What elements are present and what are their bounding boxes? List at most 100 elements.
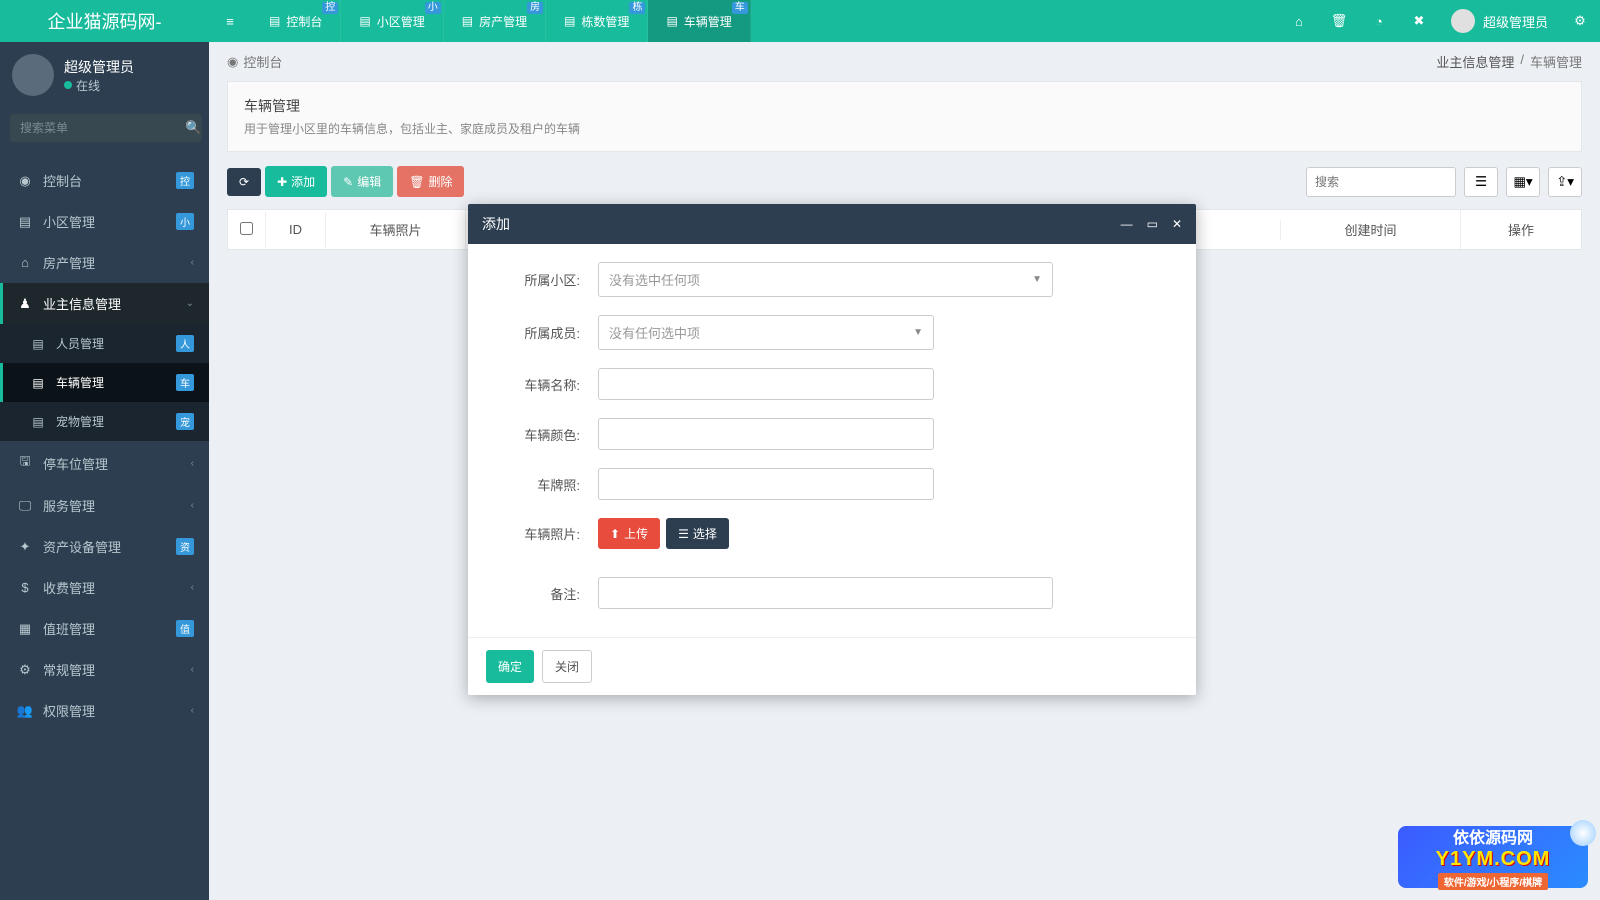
sidebar-item-宠物管理[interactable]: ▤宠物管理宠 [0,402,209,441]
tab-bar: ▤控制台控▤小区管理小▤房产管理房▤栋数管理栋▤车辆管理车 [251,0,751,42]
breadcrumb-home[interactable]: 控制台 [243,52,282,71]
sidebar-user-name: 超级管理员 [64,57,134,77]
chevron-down-icon: ⌄ [186,298,194,309]
panel-title: 车辆管理 [244,96,1565,116]
chevron-down-icon: ▼ [913,327,923,338]
delete-button[interactable]: 🗑 删除 [397,166,464,197]
menu-icon: ▤ [28,337,48,351]
watermark: 依依源码网 Y1YM.COM 软件/游戏/小程序/棋牌 [1398,826,1588,888]
sidebar-item-控制台[interactable]: ◉控制台控 [0,160,209,201]
sidebar-item-人员管理[interactable]: ▤人员管理人 [0,324,209,363]
sidebar-item-资产设备管理[interactable]: ✦资产设备管理资 [0,526,209,567]
th-operate: 操作 [1461,210,1581,249]
edit-button[interactable]: ✎ 编辑 [331,166,393,197]
add-button[interactable]: ✚ 添加 [265,166,327,197]
sidebar-item-业主信息管理[interactable]: ♟业主信息管理⌄ [0,283,209,324]
maximize-icon[interactable]: ▭ [1147,217,1158,231]
panel-desc: 用于管理小区里的车辆信息，包括业主、家庭成员及租户的车辆 [244,120,1565,137]
sidebar: 超级管理员 在线 🔍 ◉控制台控▤小区管理小⌂房产管理‹♟业主信息管理⌄▤人员管… [0,42,209,900]
input-vehicle-name[interactable] [598,368,934,400]
choose-button[interactable]: ☰ 选择 [666,518,729,549]
tab-房产管理[interactable]: ▤房产管理房 [444,0,546,42]
tab-车辆管理[interactable]: ▤车辆管理车 [648,0,750,42]
modal-title: 添加 [482,214,510,234]
sidebar-item-权限管理[interactable]: 👥权限管理‹ [0,690,209,731]
th-created[interactable]: 创建时间 [1281,210,1461,249]
tab-icon: ▤ [359,14,370,28]
close-icon[interactable]: ✕ [1172,217,1182,231]
sidebar-search-button[interactable]: 🔍 [185,114,202,142]
hamburger-icon[interactable]: ≡ [209,14,251,29]
modal-footer: 确定 关闭 [468,637,1196,695]
confirm-button[interactable]: 确定 [486,650,534,683]
menu-icon: ▤ [28,415,48,429]
clock-icon[interactable]: ◔ [1359,0,1399,42]
sidebar-item-小区管理[interactable]: ▤小区管理小 [0,201,209,242]
trash-icon[interactable]: 🗑 [1319,0,1359,42]
input-remark[interactable] [598,577,1053,609]
sidebar-menu: ◉控制台控▤小区管理小⌂房产管理‹♟业主信息管理⌄▤人员管理人▤车辆管理车▤宠物… [0,160,209,731]
input-plate[interactable] [598,468,934,500]
export-button[interactable]: ⇪▾ [1548,167,1582,197]
tab-控制台[interactable]: ▤控制台控 [251,0,341,42]
tab-小区管理[interactable]: ▤小区管理小 [341,0,443,42]
header-right: ⌂ 🗑 ◔ ✖ 超级管理员 ⚙ [1279,0,1600,42]
avatar [1451,9,1475,33]
avatar-large [12,54,54,96]
th-id[interactable]: ID [266,212,326,247]
menu-icon: 🖫 [15,452,35,474]
upload-button[interactable]: ⬆ 上传 [598,518,660,549]
user-name-top: 超级管理员 [1483,12,1548,31]
home-icon[interactable]: ⌂ [1279,0,1319,42]
toolbar: ⟳ ✚ 添加 ✎ 编辑 🗑 删除 ☰ ▦▾ ⇪▾ [227,166,1582,197]
menu-icon: ✦ [15,539,35,555]
sidebar-item-服务管理[interactable]: 🖵服务管理‹ [0,485,209,526]
tools-icon[interactable]: ✖ [1399,0,1439,42]
menu-icon: $ [15,580,35,595]
user-panel: 超级管理员 在线 [0,42,209,108]
sidebar-user-status: 在线 [64,77,134,94]
chevron-left-icon: ‹ [191,500,194,511]
tab-icon: ▤ [564,14,575,28]
select-member[interactable]: 没有任何选中项▼ [598,315,934,350]
chevron-left-icon: ‹ [191,257,194,268]
tab-icon: ▤ [666,14,677,28]
search-input[interactable] [1306,167,1456,197]
breadcrumb: ◉ 控制台 业主信息管理 / 车辆管理 [209,42,1600,81]
refresh-button[interactable]: ⟳ [227,168,261,196]
top-header: 企业猫源码网- ≡ ▤控制台控▤小区管理小▤房产管理房▤栋数管理栋▤车辆管理车 … [0,0,1600,42]
breadcrumb-path2: 车辆管理 [1530,52,1582,71]
label-vehicle-name: 车辆名称: [498,375,598,394]
tab-栋数管理[interactable]: ▤栋数管理栋 [546,0,648,42]
sidebar-item-车辆管理[interactable]: ▤车辆管理车 [0,363,209,402]
dashboard-icon: ◉ [227,54,238,70]
user-menu[interactable]: 超级管理员 [1439,9,1560,33]
select-all-checkbox[interactable] [228,212,266,248]
chevron-left-icon: ‹ [191,705,194,716]
close-button[interactable]: 关闭 [542,650,592,683]
chevron-left-icon: ‹ [191,458,194,469]
grid-view-button[interactable]: ▦▾ [1506,167,1540,197]
sidebar-item-常规管理[interactable]: ⚙常规管理‹ [0,649,209,690]
menu-icon: ▤ [28,376,48,390]
gears-icon[interactable]: ⚙ [1560,0,1600,42]
th-photo[interactable]: 车辆照片 [326,210,466,249]
info-panel: 车辆管理 用于管理小区里的车辆信息，包括业主、家庭成员及租户的车辆 [227,81,1582,152]
label-member: 所属成员: [498,323,598,342]
sidebar-item-停车位管理[interactable]: 🖫停车位管理‹ [0,441,209,485]
sidebar-item-值班管理[interactable]: ▦值班管理值 [0,608,209,649]
label-plate: 车牌照: [498,475,598,494]
modal-header[interactable]: 添加 — ▭ ✕ [468,204,1196,244]
chevron-left-icon: ‹ [191,664,194,675]
input-vehicle-color[interactable] [598,418,934,450]
sidebar-item-收费管理[interactable]: $收费管理‹ [0,567,209,608]
breadcrumb-path1[interactable]: 业主信息管理 [1436,52,1514,71]
list-view-button[interactable]: ☰ [1464,167,1498,197]
minimize-icon[interactable]: — [1121,217,1133,231]
menu-icon: 👥 [15,703,35,719]
label-vehicle-color: 车辆颜色: [498,425,598,444]
select-community[interactable]: 没有选中任何项▼ [598,262,1053,297]
sidebar-search: 🔍 [0,108,209,148]
sidebar-item-房产管理[interactable]: ⌂房产管理‹ [0,242,209,283]
sidebar-search-input[interactable] [10,114,185,142]
